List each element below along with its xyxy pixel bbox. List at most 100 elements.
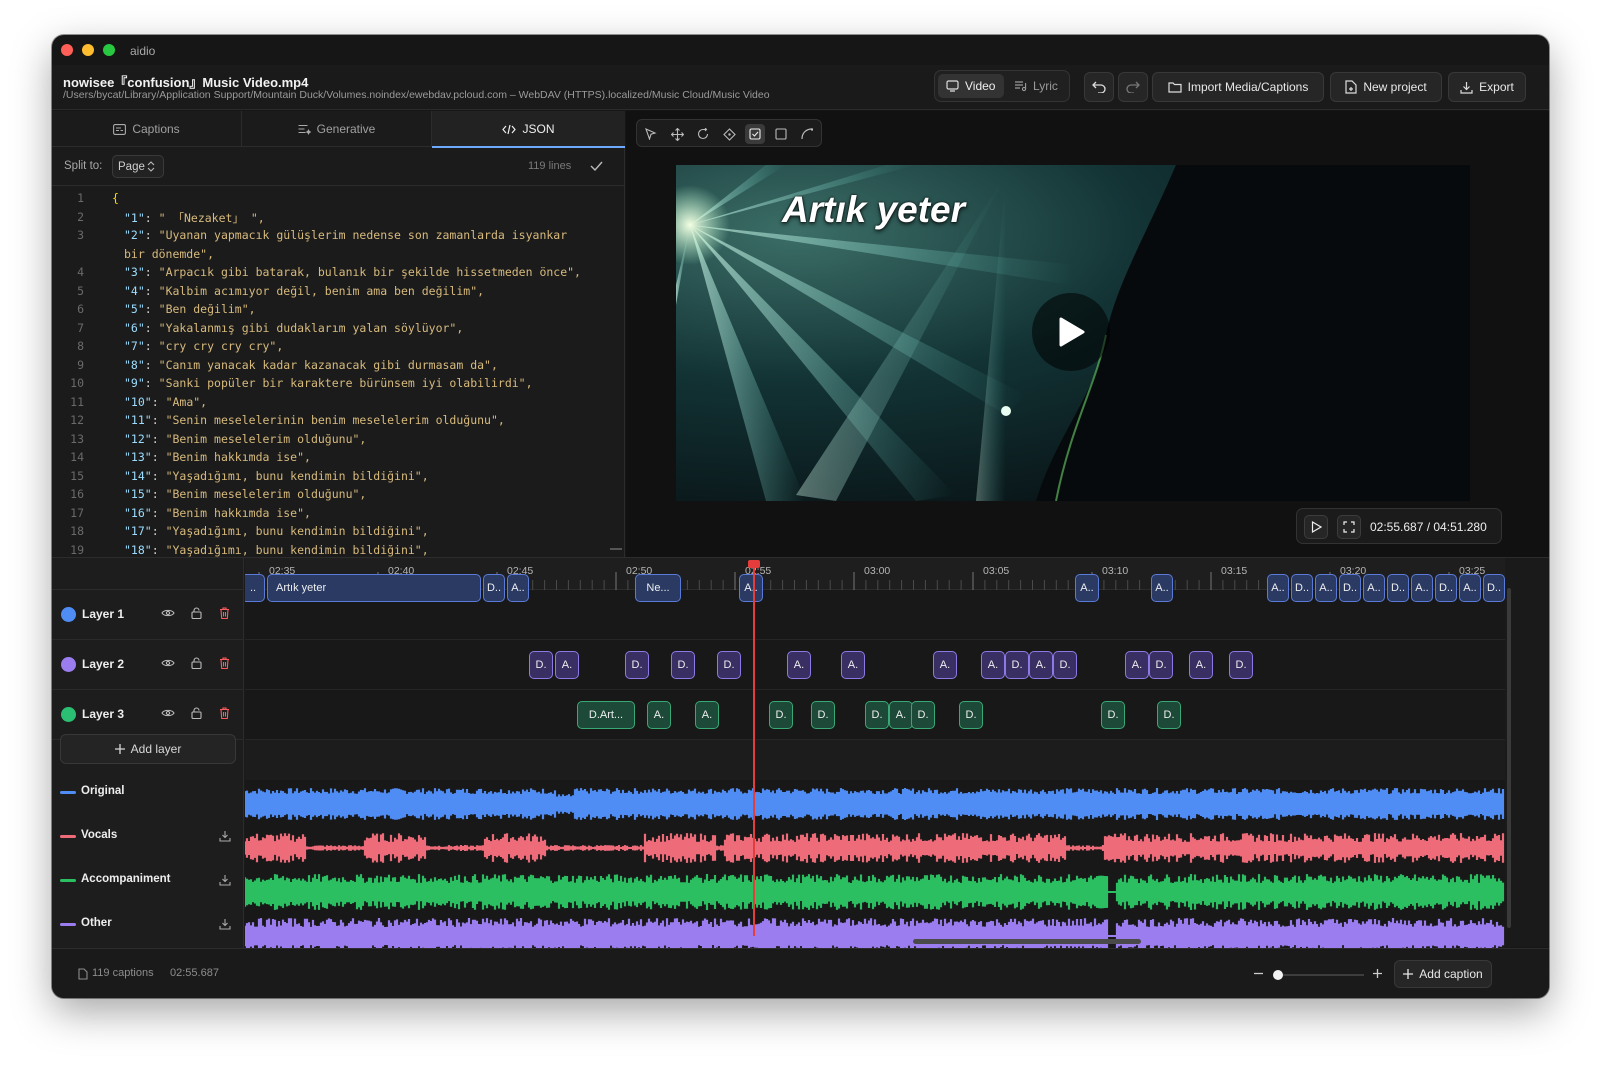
code-line[interactable]: 1{	[52, 191, 612, 210]
caption-clip[interactable]: D.	[865, 701, 889, 729]
layer3-lane[interactable]: D.Art... A. A. D. D. D. A. D. D. D. D.	[245, 690, 1505, 740]
playhead[interactable]	[753, 560, 755, 936]
video-caption-text[interactable]: Artık yeter	[782, 189, 965, 231]
caption-clip[interactable]: D..	[1387, 574, 1409, 602]
caption-clip[interactable]: Ne...	[635, 574, 681, 602]
zoom-slider-handle[interactable]	[1273, 970, 1283, 980]
select-tool-icon[interactable]	[641, 124, 661, 144]
caption-clip[interactable]: D.	[717, 651, 741, 679]
waveform-other[interactable]	[245, 916, 1505, 948]
code-line[interactable]: 19 "18": "Yaşadığımı, bunu kendimin bildi…	[52, 543, 612, 558]
code-line[interactable]: 10 "9": "Sanki popüler bir karaktere bürü…	[52, 376, 612, 395]
code-line[interactable]: 17 "16": "Benim hakkımda ise",	[52, 506, 612, 525]
vertical-scrollbar[interactable]	[1507, 588, 1511, 928]
code-line[interactable]: 2 "1": " 「Nezaket」 ",	[52, 210, 612, 229]
tab-generative[interactable]: Generative	[242, 111, 432, 147]
code-line[interactable]: 13 "12": "Benim meselelerim olduğunu",	[52, 432, 612, 451]
caption-clip[interactable]: Artık yeter	[267, 574, 481, 602]
trash-icon[interactable]	[216, 604, 232, 622]
export-button[interactable]: Export	[1448, 72, 1526, 102]
add-caption-button[interactable]: Add caption	[1394, 960, 1492, 988]
horizontal-scrollbar[interactable]	[913, 939, 1141, 944]
caption-clip[interactable]: D.	[811, 701, 835, 729]
download-icon[interactable]	[217, 871, 233, 889]
transform-tool-icon[interactable]	[719, 124, 739, 144]
caption-clip[interactable]: ..	[245, 574, 265, 602]
caption-clip[interactable]: D.	[1157, 701, 1181, 729]
code-line[interactable]: 14 "13": "Benim hakkımda ise",	[52, 450, 612, 469]
fullscreen-button[interactable]	[1337, 515, 1361, 539]
zoom-slider[interactable]	[1274, 974, 1364, 976]
caption-clip[interactable]: A.	[695, 701, 719, 729]
layer-name[interactable]: Layer 1	[82, 607, 124, 621]
split-select[interactable]: Page	[112, 155, 164, 178]
waveform-accompaniment[interactable]	[245, 872, 1505, 912]
caption-clip[interactable]: A.	[981, 651, 1005, 679]
code-line[interactable]: 7 "6": "Yakalanmış gibi dudaklarım yalan …	[52, 321, 612, 340]
new-project-button[interactable]: New project	[1330, 72, 1442, 102]
caption-clip[interactable]: D..	[1291, 574, 1313, 602]
mode-video-button[interactable]: Video	[938, 74, 1004, 98]
mode-lyric-button[interactable]: Lyric	[1006, 74, 1068, 98]
code-line[interactable]: 18 "17": "Yaşadığımı, bunu kendimin bildi…	[52, 524, 612, 543]
caption-clip[interactable]: D.	[959, 701, 983, 729]
caption-clip[interactable]: D.	[911, 701, 935, 729]
caption-clip[interactable]: D.	[1005, 651, 1029, 679]
trash-icon[interactable]	[216, 654, 232, 672]
tab-captions[interactable]: Captions	[52, 111, 242, 147]
minimize-window-button[interactable]	[82, 44, 94, 56]
timeline-tracks[interactable]: 02:35 02:40 02:45 02:50 02:55 03:00 03:05 03:10…	[245, 558, 1505, 948]
code-line[interactable]: 15 "14": "Yaşadığımı, bunu kendimin bildi…	[52, 469, 612, 488]
caption-clip[interactable]: A.	[841, 651, 865, 679]
waveform-vocals[interactable]	[245, 828, 1505, 868]
code-line[interactable]: 6 "5": "Ben değilim",	[52, 302, 612, 321]
json-code-editor[interactable]: 1{2 "1": " 「Nezaket」 ", 3 "2": "Uyanan yapm…	[52, 187, 625, 557]
code-line[interactable]: 9 "8": "Canım yanacak kadar kazanacak gib…	[52, 358, 612, 377]
video-preview[interactable]: Artık yeter	[676, 165, 1470, 501]
audio-track-row[interactable]: Other	[52, 902, 244, 946]
caption-clip[interactable]: A..	[1411, 574, 1433, 602]
tab-json[interactable]: JSON	[432, 111, 625, 148]
rectangle-tool-icon[interactable]	[771, 124, 791, 144]
layer-row[interactable]: Layer 3	[52, 690, 244, 740]
caption-clip[interactable]: A.	[1125, 651, 1149, 679]
close-window-button[interactable]	[61, 44, 73, 56]
caption-clip[interactable]: A.	[933, 651, 957, 679]
lock-icon[interactable]	[188, 654, 204, 672]
code-line[interactable]: bir dönemde",	[52, 247, 612, 266]
download-icon[interactable]	[217, 915, 233, 933]
layer-row[interactable]: Layer 1	[52, 590, 244, 640]
caption-clip[interactable]: A..	[1267, 574, 1289, 602]
add-layer-button[interactable]: Add layer	[60, 734, 236, 764]
layer-row[interactable]: Layer 2	[52, 640, 244, 690]
controls-play-button[interactable]	[1304, 515, 1328, 539]
layer1-lane[interactable]: .. Artık yeter D.. A.. Ne... A.. A.. A.. A.. D.. A…	[245, 574, 1505, 640]
caption-clip[interactable]: D.	[1229, 651, 1253, 679]
caption-clip[interactable]: D..	[1483, 574, 1505, 602]
caption-clip[interactable]: A..	[1075, 574, 1099, 602]
code-line[interactable]: 12 "11": "Senin meselelerinin benim mesel…	[52, 413, 612, 432]
editor-scroll-indicator[interactable]	[610, 548, 622, 550]
zoom-in-icon[interactable]	[1373, 969, 1382, 978]
caption-clip[interactable]: A.	[555, 651, 579, 679]
caption-clip[interactable]: D..	[1435, 574, 1457, 602]
code-line[interactable]: 5 "4": "Kalbim acımıyor değil, benim ama …	[52, 284, 612, 303]
layer-name[interactable]: Layer 3	[82, 707, 124, 721]
import-media-button[interactable]: Import Media/Captions	[1152, 72, 1324, 102]
caption-clip[interactable]: A.	[647, 701, 671, 729]
edit-box-tool-icon[interactable]	[745, 124, 765, 144]
caption-clip[interactable]: A..	[1315, 574, 1337, 602]
curve-tool-icon[interactable]	[797, 124, 817, 144]
code-line[interactable]: 11 "10": "Ama",	[52, 395, 612, 414]
caption-clip[interactable]: D.	[671, 651, 695, 679]
caption-clip[interactable]: D..	[483, 574, 505, 602]
eye-icon[interactable]	[160, 604, 176, 622]
caption-clip[interactable]: D.Art...	[577, 701, 635, 729]
zoom-out-icon[interactable]	[1254, 972, 1263, 975]
caption-clip[interactable]: A.	[1029, 651, 1053, 679]
lock-icon[interactable]	[188, 604, 204, 622]
caption-clip[interactable]: A..	[1363, 574, 1385, 602]
code-line[interactable]: 4 "3": "Arpacık gibi batarak, bulanık bir…	[52, 265, 612, 284]
caption-clip[interactable]: D.	[1149, 651, 1173, 679]
code-line[interactable]: 8 "7": "cry cry cry cry",	[52, 339, 612, 358]
